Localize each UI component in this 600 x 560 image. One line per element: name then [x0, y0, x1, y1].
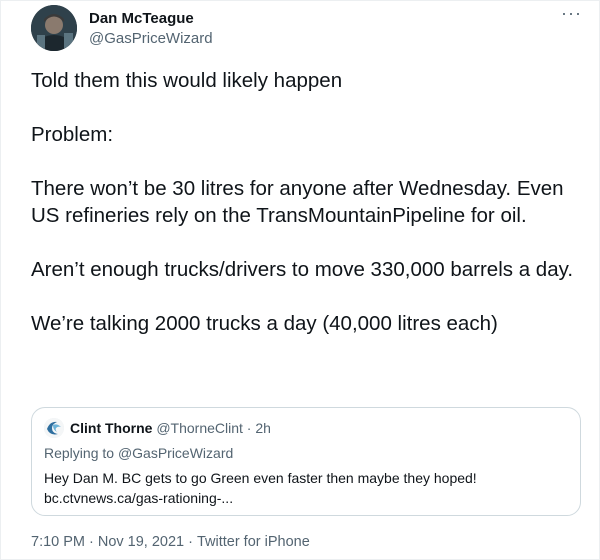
tweet-paragraph: Problem:: [31, 123, 114, 146]
tweet-source[interactable]: Twitter for iPhone: [197, 534, 310, 550]
quoted-time[interactable]: 2h: [255, 420, 271, 436]
replying-to: Replying to @GasPriceWizard: [44, 445, 233, 461]
tweet-paragraph: We’re talking 2000 trucks a day (40,000 …: [31, 312, 498, 335]
tweet-footer: 7:10 PM · Nov 19, 2021 · Twitter for iPhone: [31, 534, 310, 550]
quoted-separator: ·: [246, 420, 252, 436]
tweet-date[interactable]: Nov 19, 2021: [98, 534, 184, 550]
quoted-author-name[interactable]: Clint Thorne: [70, 420, 152, 436]
quoted-author-avatar[interactable]: [44, 418, 64, 438]
replying-mention[interactable]: @GasPriceWizard: [118, 445, 233, 461]
quoted-tweet[interactable]: Clint Thorne @ThorneClint · 2h Replying …: [31, 407, 581, 516]
author-name[interactable]: Dan McTeague: [89, 10, 194, 27]
footer-separator: ·: [89, 534, 94, 550]
replying-prefix: Replying to: [44, 445, 115, 461]
avatar-photo-icon: [31, 5, 77, 51]
quoted-header: Clint Thorne @ThorneClint · 2h: [70, 420, 271, 436]
quoted-text: Hey Dan M. BC gets to go Green even fast…: [44, 468, 564, 508]
tweet-paragraph: Aren’t enough trucks/drivers to move 330…: [31, 258, 574, 281]
tweet-paragraph: Told them this would likely happen: [31, 69, 343, 92]
footer-separator: ·: [188, 534, 193, 550]
tweet-card: Dan McTeague @GasPriceWizard ··· Told th…: [0, 0, 600, 560]
quoted-body-line: Hey Dan M. BC gets to go Green even fast…: [44, 470, 477, 486]
author-handle[interactable]: @GasPriceWizard: [89, 30, 213, 47]
author-avatar[interactable]: [31, 5, 77, 51]
tweet-text: Told them this would likely happen Probl…: [31, 67, 591, 337]
avatar-logo-icon: [44, 418, 64, 438]
more-options-icon[interactable]: ···: [561, 4, 582, 22]
tweet-time[interactable]: 7:10 PM: [31, 534, 85, 550]
tweet-paragraph: There won’t be 30 litres for anyone afte…: [31, 177, 564, 227]
quoted-link[interactable]: bc.ctvnews.ca/gas-rationing-...: [44, 488, 564, 508]
quoted-author-handle[interactable]: @ThorneClint: [156, 420, 243, 436]
